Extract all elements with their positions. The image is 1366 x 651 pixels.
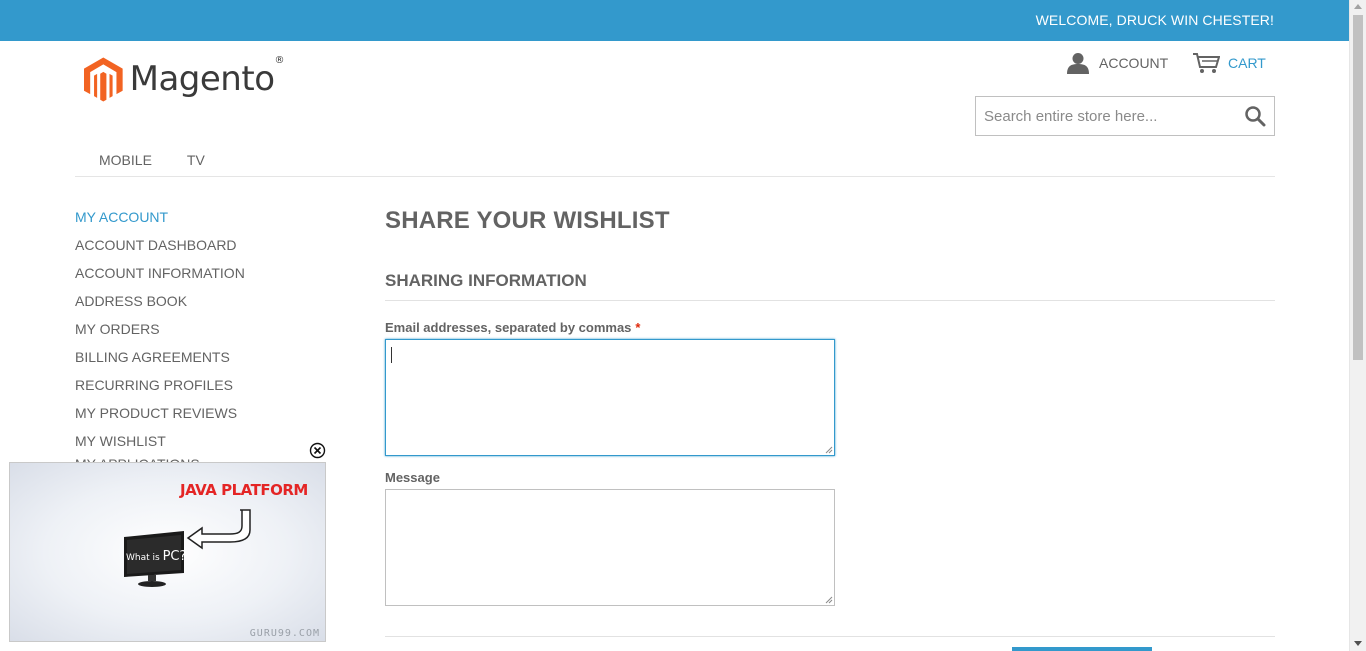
logo-registered-mark: ® xyxy=(274,55,285,66)
section-title: SHARING INFORMATION xyxy=(385,271,587,290)
sidebar-item-my-product-reviews[interactable]: MY PRODUCT REVIEWS xyxy=(75,404,245,432)
message-label: Message xyxy=(385,470,440,485)
sidebar-title: MY ACCOUNT xyxy=(75,209,169,225)
scrollbar-thumb[interactable] xyxy=(1353,15,1363,360)
monitor-screen-text: What is PC? xyxy=(126,549,186,564)
resize-grip-icon[interactable] xyxy=(825,446,833,454)
account-sidebar: MY ACCOUNT ACCOUNT DASHBOARD ACCOUNT INF… xyxy=(75,209,245,460)
scroll-up-arrow-icon[interactable] xyxy=(1354,4,1362,9)
main-nav: MOBILE TV xyxy=(75,152,240,168)
account-link[interactable]: ACCOUNT xyxy=(1067,52,1168,74)
top-bar: WELCOME, DRUCK WIN CHESTER! xyxy=(0,0,1349,41)
logo-wordmark: Magento® xyxy=(129,55,285,99)
nav-divider xyxy=(75,176,1275,177)
cart-icon xyxy=(1193,53,1220,73)
video-ad-popup[interactable]: JAVA PLATFORM What is PC? GURU99.COM xyxy=(9,462,326,642)
screen-text-small: What is xyxy=(126,553,163,563)
message-field[interactable] xyxy=(385,489,835,606)
curved-arrow-icon xyxy=(186,509,251,550)
nav-item-tv[interactable]: TV xyxy=(187,152,205,168)
sidebar-item-address-book[interactable]: ADDRESS BOOK xyxy=(75,292,245,320)
video-heading: JAVA PLATFORM xyxy=(180,481,308,499)
store-logo[interactable]: Magento® xyxy=(84,50,284,108)
nav-item-mobile[interactable]: MOBILE xyxy=(99,152,152,168)
search-input[interactable] xyxy=(976,97,1226,135)
video-watermark: GURU99.COM xyxy=(249,628,320,639)
magento-logo-icon xyxy=(84,56,123,102)
page-title: SHARE YOUR WISHLIST xyxy=(385,207,670,234)
search-box xyxy=(975,96,1275,136)
email-addresses-field[interactable] xyxy=(385,339,835,456)
form-footer-divider xyxy=(385,636,1275,637)
cart-label: CART xyxy=(1228,55,1266,71)
page-scrollbar[interactable] xyxy=(1349,0,1366,651)
required-asterisk: * xyxy=(635,320,641,335)
scroll-down-arrow-icon[interactable] xyxy=(1354,641,1362,646)
logo-text: Magento xyxy=(129,59,275,99)
emails-label-text: Email addresses, separated by commas xyxy=(385,320,632,335)
sidebar-item-billing-agreements[interactable]: BILLING AGREEMENTS xyxy=(75,348,245,376)
cart-link[interactable]: CART xyxy=(1192,52,1266,74)
share-wishlist-button[interactable] xyxy=(1012,647,1152,651)
text-cursor xyxy=(391,347,392,363)
sidebar-item-account-information[interactable]: ACCOUNT INFORMATION xyxy=(75,264,245,292)
sidebar-item-account-dashboard[interactable]: ACCOUNT DASHBOARD xyxy=(75,236,245,264)
emails-label: Email addresses, separated by commas * xyxy=(385,320,640,335)
search-icon[interactable] xyxy=(1244,105,1266,127)
sidebar-item-recurring-profiles[interactable]: RECURRING PROFILES xyxy=(75,376,245,404)
user-icon xyxy=(1067,53,1089,74)
screen-text-big: PC? xyxy=(162,549,187,564)
sidebar-item-my-orders[interactable]: MY ORDERS xyxy=(75,320,245,348)
close-circle-icon[interactable] xyxy=(309,442,326,459)
account-label: ACCOUNT xyxy=(1099,55,1169,71)
welcome-message: WELCOME, DRUCK WIN CHESTER! xyxy=(1035,12,1274,28)
resize-grip-icon[interactable] xyxy=(825,596,833,604)
section-divider xyxy=(385,300,1275,301)
